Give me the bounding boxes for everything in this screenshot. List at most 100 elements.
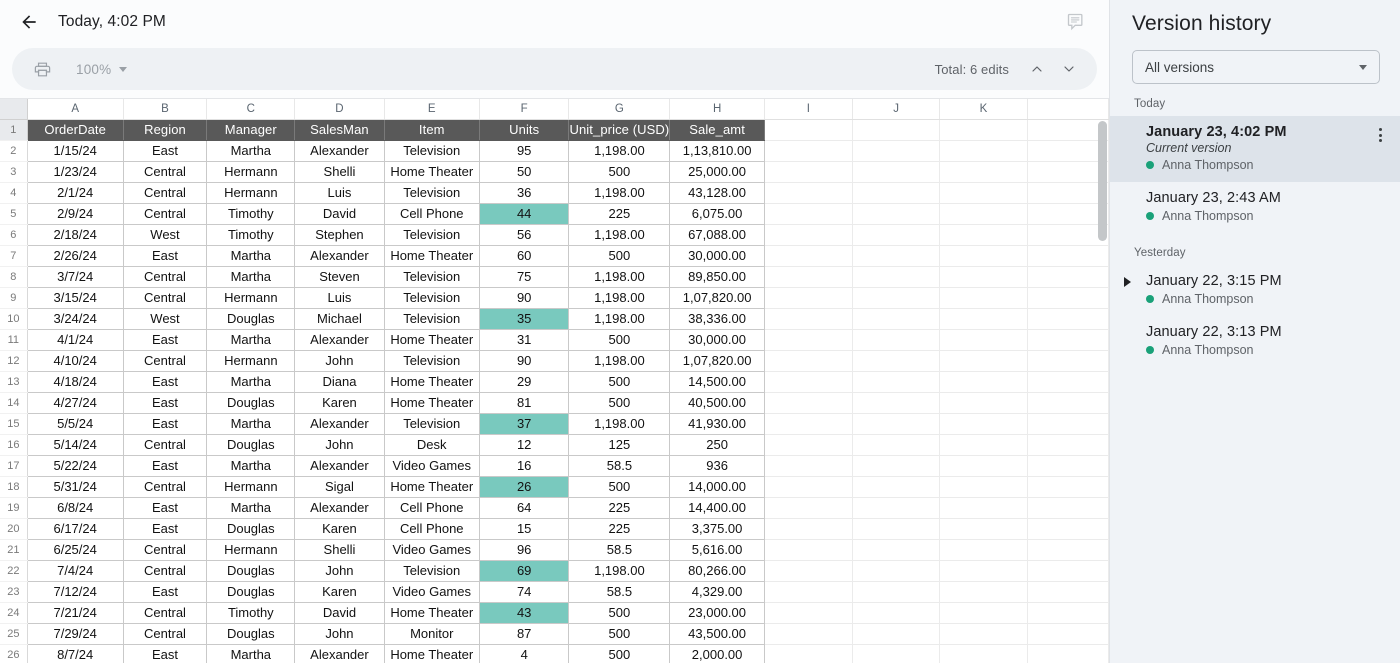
row-header[interactable]: 1 [0, 119, 28, 141]
table-row[interactable]: 3 1/23/24 Central Hermann Shelli Home Theater… [0, 161, 1109, 183]
column-header-e[interactable]: E [384, 99, 480, 120]
data-cell[interactable]: 1,198.00 [568, 413, 671, 435]
data-cell[interactable]: Home Theater [384, 476, 480, 498]
row-header[interactable]: 18 [0, 476, 28, 498]
column-title-cell[interactable]: SalesMan [294, 119, 385, 141]
data-cell[interactable]: 6,075.00 [669, 203, 765, 225]
column-header-g[interactable]: G [568, 99, 671, 120]
data-cell[interactable]: Karen [294, 518, 385, 540]
empty-cell[interactable] [1027, 161, 1109, 183]
data-cell[interactable]: 2/1/24 [27, 182, 124, 204]
version-filter-dropdown[interactable]: All versions [1132, 50, 1380, 84]
empty-cell[interactable] [852, 119, 941, 141]
empty-cell[interactable] [1027, 392, 1109, 414]
data-cell[interactable]: 1,198.00 [568, 140, 671, 162]
data-cell[interactable]: 80,266.00 [669, 560, 765, 582]
empty-cell[interactable] [939, 455, 1028, 477]
data-cell[interactable]: Central [123, 266, 208, 288]
empty-cell[interactable] [939, 476, 1028, 498]
empty-cell[interactable] [764, 581, 853, 603]
spreadsheet-area[interactable]: ABCDEFGHIJK 1 OrderDate Region Manager Sales… [0, 98, 1109, 663]
row-header[interactable]: 24 [0, 602, 28, 624]
table-row[interactable]: 19 6/8/24 East Martha Alexander Cell Phone 64 2… [0, 497, 1109, 519]
data-cell[interactable]: Video Games [384, 539, 480, 561]
empty-cell[interactable] [939, 182, 1028, 204]
row-header[interactable]: 10 [0, 308, 28, 330]
column-header-row[interactable]: ABCDEFGHIJK [0, 99, 1109, 120]
data-cell[interactable]: 5/14/24 [27, 434, 124, 456]
data-cell[interactable]: Alexander [294, 455, 385, 477]
data-cell[interactable]: John [294, 350, 385, 372]
empty-cell[interactable] [939, 287, 1028, 309]
data-cell[interactable]: 96 [479, 539, 570, 561]
data-cell[interactable]: 1,198.00 [568, 308, 671, 330]
data-cell[interactable]: 1,198.00 [568, 224, 671, 246]
empty-cell[interactable] [852, 329, 941, 351]
zoom-control[interactable]: 100% [76, 62, 128, 77]
table-row[interactable]: 18 5/31/24 Central Hermann Sigal Home Theater… [0, 476, 1109, 498]
empty-cell[interactable] [939, 329, 1028, 351]
data-cell[interactable]: Shelli [294, 539, 385, 561]
data-cell[interactable]: Luis [294, 182, 385, 204]
empty-cell[interactable] [764, 476, 853, 498]
data-cell[interactable]: Hermann [206, 182, 296, 204]
data-cell[interactable]: Timothy [206, 203, 296, 225]
empty-cell[interactable] [1027, 413, 1109, 435]
empty-cell[interactable] [939, 413, 1028, 435]
data-cell[interactable]: 1,198.00 [568, 350, 671, 372]
data-cell[interactable]: 43,128.00 [669, 182, 765, 204]
data-cell[interactable]: Alexander [294, 329, 385, 351]
data-cell[interactable]: Television [384, 140, 480, 162]
empty-cell[interactable] [1027, 140, 1109, 162]
empty-cell[interactable] [1027, 224, 1109, 246]
data-cell[interactable]: Cell Phone [384, 518, 480, 540]
empty-cell[interactable] [1027, 371, 1109, 393]
data-cell[interactable]: Hermann [206, 287, 296, 309]
row-header[interactable]: 23 [0, 581, 28, 603]
data-cell[interactable]: 1,198.00 [568, 287, 671, 309]
empty-cell[interactable] [939, 623, 1028, 645]
data-cell[interactable]: 1/15/24 [27, 140, 124, 162]
empty-cell[interactable] [1027, 350, 1109, 372]
data-cell[interactable]: Douglas [206, 434, 296, 456]
column-header-b[interactable]: B [123, 99, 208, 120]
empty-cell[interactable] [852, 224, 941, 246]
empty-cell[interactable] [852, 602, 941, 624]
version-list-item[interactable]: January 23, 4:02 PM Current version Anna T… [1110, 116, 1400, 182]
table-row[interactable]: 5 2/9/24 Central Timothy David Cell Phone 44 22… [0, 203, 1109, 225]
empty-cell[interactable] [764, 161, 853, 183]
empty-cell[interactable] [939, 434, 1028, 456]
empty-cell[interactable] [852, 392, 941, 414]
column-title-cell[interactable]: Manager [206, 119, 296, 141]
data-cell[interactable]: 500 [568, 644, 671, 663]
empty-cell[interactable] [1027, 581, 1109, 603]
data-cell[interactable]: 16 [479, 455, 570, 477]
data-cell[interactable]: Michael [294, 308, 385, 330]
table-row[interactable]: 17 5/22/24 East Martha Alexander Video Games 1… [0, 455, 1109, 477]
data-cell[interactable]: 225 [568, 203, 671, 225]
data-cell[interactable]: 5,616.00 [669, 539, 765, 561]
column-header-f[interactable]: F [479, 99, 570, 120]
data-cell[interactable]: 500 [568, 245, 671, 267]
data-cell[interactable]: 29 [479, 371, 570, 393]
empty-cell[interactable] [852, 308, 941, 330]
previous-edit-button[interactable] [1023, 55, 1051, 83]
data-cell[interactable]: 7/21/24 [27, 602, 124, 624]
print-icon[interactable] [28, 55, 56, 83]
data-cell[interactable]: Central [123, 182, 208, 204]
data-cell[interactable]: 936 [669, 455, 765, 477]
highlighted-cell[interactable]: 43 [479, 602, 570, 624]
data-cell[interactable]: Home Theater [384, 602, 480, 624]
data-cell[interactable]: Cell Phone [384, 203, 480, 225]
empty-cell[interactable] [852, 287, 941, 309]
empty-cell[interactable] [852, 644, 941, 663]
data-cell[interactable]: Central [123, 476, 208, 498]
data-cell[interactable]: East [123, 518, 208, 540]
row-header[interactable]: 16 [0, 434, 28, 456]
data-cell[interactable]: 2/18/24 [27, 224, 124, 246]
data-cell[interactable]: Timothy [206, 602, 296, 624]
data-cell[interactable]: Television [384, 308, 480, 330]
column-title-cell[interactable]: Region [123, 119, 208, 141]
empty-cell[interactable] [939, 266, 1028, 288]
data-cell[interactable]: 43,500.00 [669, 623, 765, 645]
